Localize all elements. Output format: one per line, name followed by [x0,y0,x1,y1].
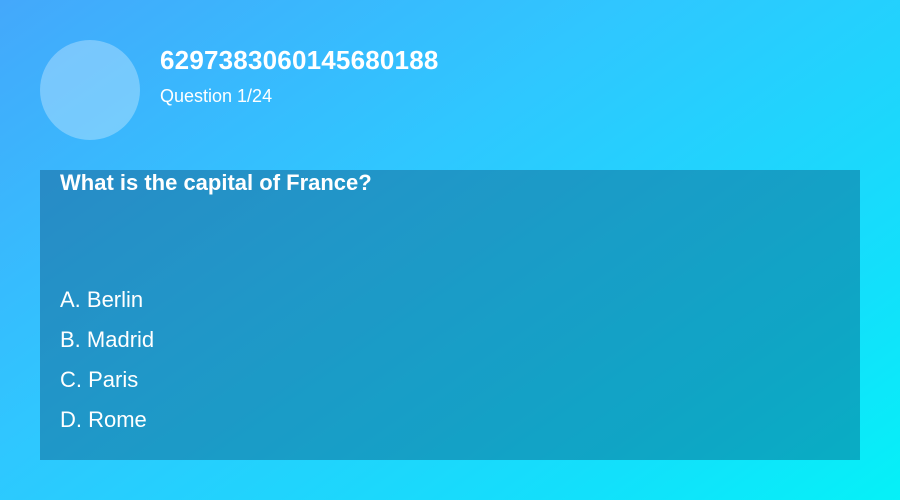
avatar [40,40,140,140]
answer-option-b[interactable]: B. Madrid [60,327,154,353]
page-title: 6297383060145680188 [160,45,439,75]
answer-option-d[interactable]: D. Rome [60,407,154,433]
question-card: What is the capital of France? A. Berlin… [40,170,860,460]
answer-options: A. Berlin B. Madrid C. Paris D. Rome [60,287,154,447]
answer-option-a[interactable]: A. Berlin [60,287,154,313]
question-progress: Question 1/24 [160,86,273,106]
answer-option-c[interactable]: C. Paris [60,367,154,393]
quiz-screen: 6297383060145680188 Question 1/24 What i… [0,0,900,500]
question-text: What is the capital of France? [60,170,372,195]
